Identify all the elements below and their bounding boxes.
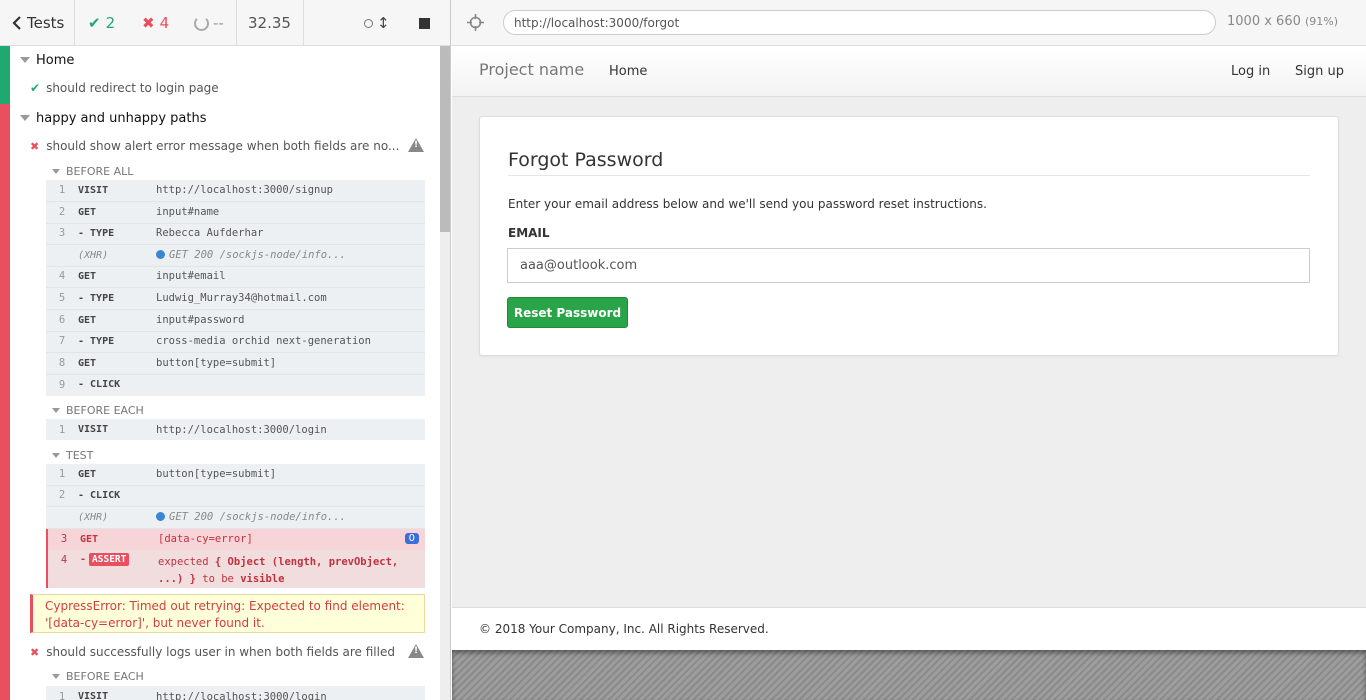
- divider: [508, 175, 1310, 176]
- command-row[interactable]: 1 VISIT http://localhost:3000/signup: [46, 180, 425, 202]
- before-all-commands: 1 VISIT http://localhost:3000/signup 2 GET i…: [46, 180, 425, 396]
- hook-before-each[interactable]: BEFORE EACH: [52, 666, 144, 686]
- failed-count: ✖ 4: [142, 14, 170, 32]
- warning-icon: [408, 138, 424, 152]
- suite-status-stripe-pass: [0, 46, 10, 104]
- selector-playground-crosshair-icon[interactable]: [467, 14, 484, 31]
- url-bar[interactable]: http://localhost:3000/forgot: [503, 10, 1216, 35]
- auto-scroll-toggle[interactable]: ↕: [364, 0, 390, 46]
- warning-icon: [408, 644, 424, 658]
- command-row[interactable]: 1 GET button[type=submit]: [46, 464, 425, 486]
- test-reporter: Tests ✔ 2 ✖ 4 -- 32.35 ↕ Home ✔ should r…: [0, 0, 451, 700]
- test-commands: 1 GET button[type=submit] 2- CLICK (XHR) GE…: [46, 464, 425, 588]
- before-each-commands: 1 VISIT http://localhost:3000/login: [46, 686, 425, 700]
- command-row[interactable]: 7- TYPE cross-media orchid next-generatio…: [46, 331, 425, 353]
- arrows-vertical-icon: ↕: [377, 14, 390, 32]
- stop-button[interactable]: [419, 0, 430, 46]
- chevron-left-icon: [12, 16, 21, 30]
- xhr-dot-icon: [156, 250, 165, 260]
- tests-back-button[interactable]: Tests: [12, 0, 64, 46]
- reset-password-button[interactable]: Reset Password: [507, 297, 628, 328]
- command-row-xhr[interactable]: (XHR) GET 200 /sockjs-node/info...: [46, 245, 425, 267]
- test-row-logs-in[interactable]: ✖ should successfully logs user in when …: [30, 639, 430, 665]
- caret-down-icon: [20, 57, 30, 63]
- suite-status-stripe-fail: [0, 104, 10, 700]
- pending-circle-icon: [194, 15, 209, 31]
- command-row[interactable]: 1 VISIT http://localhost:3000/login: [46, 419, 425, 441]
- forgot-password-card: Forgot Password Enter your email address…: [479, 116, 1339, 356]
- navbar-brand[interactable]: Project name: [479, 60, 584, 79]
- reporter-scrollbar-thumb[interactable]: [440, 46, 450, 232]
- app-under-test: Project name Home Log in Sign up Forgot …: [452, 47, 1366, 650]
- viewport-info: 1000 x 660 (91%): [1227, 14, 1339, 29]
- caret-down-icon: [52, 407, 60, 413]
- x-icon: ✖: [30, 645, 40, 659]
- hook-before-all[interactable]: BEFORE ALL: [52, 161, 133, 181]
- aut-header: http://localhost:3000/forgot 1000 x 660 …: [451, 0, 1366, 46]
- test-row-redirect[interactable]: ✔ should redirect to login page: [30, 75, 219, 101]
- command-row-failed[interactable]: 3 GET [data-cy=error] 0: [46, 529, 425, 551]
- command-row[interactable]: 1 VISIT http://localhost:3000/login: [46, 686, 425, 700]
- email-label: EMAIL: [508, 226, 550, 240]
- before-each-commands: 1 VISIT http://localhost:3000/login: [46, 419, 425, 440]
- hook-test[interactable]: TEST: [52, 445, 93, 465]
- check-icon: ✔: [88, 14, 101, 32]
- navbar: Project name Home Log in Sign up: [452, 47, 1366, 97]
- nav-link-home[interactable]: Home: [609, 64, 647, 79]
- command-row-xhr[interactable]: (XHR) GET 200 /sockjs-node/info...: [46, 507, 425, 529]
- reporter-stats-bar: Tests ✔ 2 ✖ 4 -- 32.35 ↕: [0, 0, 450, 46]
- command-row[interactable]: 6 GET input#password: [46, 310, 425, 332]
- aut-background: [452, 650, 1366, 700]
- footer: © 2018 Your Company, Inc. All Rights Res…: [452, 607, 1366, 650]
- command-row[interactable]: 8 GET button[type=submit]: [46, 353, 425, 375]
- command-row[interactable]: 2- CLICK: [46, 485, 425, 507]
- check-icon: ✔: [30, 81, 41, 95]
- error-message[interactable]: CypressError: Timed out retrying: Expect…: [30, 594, 425, 633]
- nav-link-login[interactable]: Log in: [1231, 64, 1270, 79]
- command-row[interactable]: 4 GET input#email: [46, 266, 425, 288]
- runnables-list: Home ✔ should redirect to login page hap…: [0, 46, 450, 700]
- x-icon: ✖: [142, 14, 155, 32]
- passed-count: ✔ 2: [88, 14, 116, 32]
- email-field[interactable]: aaa@outlook.com: [507, 248, 1310, 283]
- suite-home[interactable]: Home: [20, 46, 74, 74]
- x-icon: ✖: [30, 139, 40, 153]
- caret-down-icon: [52, 452, 60, 458]
- command-row[interactable]: 3- TYPE Rebecca Aufderhar: [46, 223, 425, 245]
- caret-down-icon: [20, 115, 30, 121]
- stop-icon: [419, 17, 430, 29]
- circle-icon: [364, 18, 373, 28]
- assert-badge: ASSERT: [89, 553, 130, 566]
- instructions-text: Enter your email address below and we'll…: [508, 197, 987, 211]
- page-title: Forgot Password: [508, 149, 664, 171]
- hook-before-each[interactable]: BEFORE EACH: [52, 400, 144, 420]
- duration: 32.35: [248, 14, 291, 32]
- command-row[interactable]: 9- CLICK: [46, 374, 425, 396]
- command-row[interactable]: 5- TYPE Ludwig_Murray34@hotmail.com: [46, 288, 425, 310]
- caret-down-icon: [52, 168, 60, 174]
- suite-happy-unhappy[interactable]: happy and unhappy paths: [20, 104, 206, 132]
- command-row[interactable]: 2 GET input#name: [46, 202, 425, 224]
- caret-down-icon: [52, 673, 60, 679]
- pending-count: --: [194, 0, 224, 46]
- tests-label: Tests: [27, 14, 65, 32]
- nav-link-signup[interactable]: Sign up: [1295, 64, 1344, 79]
- test-row-alert-error[interactable]: ✖ should show alert error message when b…: [30, 133, 430, 159]
- command-row-assert[interactable]: 4 - ASSERT expected { Object (length, pre…: [46, 550, 425, 588]
- xhr-dot-icon: [156, 512, 165, 522]
- element-count-badge: 0: [404, 533, 419, 544]
